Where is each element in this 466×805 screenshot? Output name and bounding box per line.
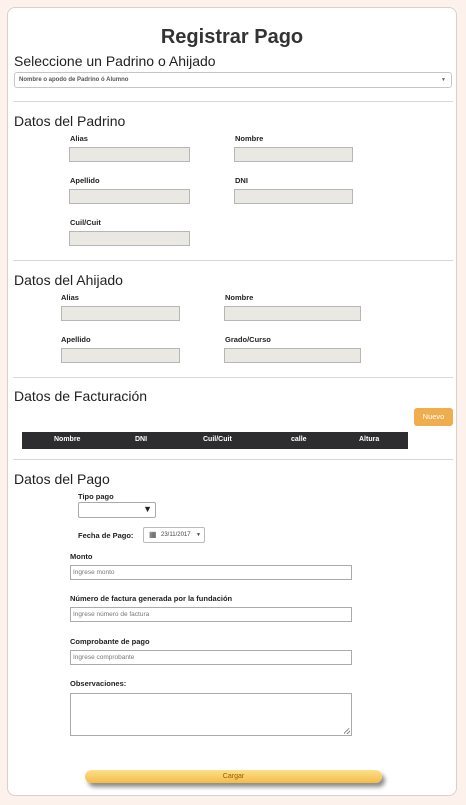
padrino-dni-label: DNI bbox=[235, 176, 248, 185]
pago-heading: Datos del Pago bbox=[14, 471, 110, 487]
ahijado-apellido-label: Apellido bbox=[61, 335, 91, 344]
padrino-nombre-label: Nombre bbox=[235, 134, 264, 143]
column-header[interactable]: Altura bbox=[359, 436, 379, 443]
ahijado-alias-field[interactable] bbox=[61, 306, 180, 321]
ahijado-grado-field[interactable] bbox=[224, 348, 361, 363]
ahijado-nombre-label: Nombre bbox=[225, 293, 254, 302]
divider bbox=[13, 377, 453, 378]
column-header[interactable]: calle bbox=[291, 436, 307, 443]
fecha-pago-label: Fecha de Pago: bbox=[78, 531, 134, 540]
fecha-pago-value: 23/11/2017 bbox=[161, 532, 191, 538]
facturacion-heading: Datos de Facturación bbox=[14, 388, 148, 404]
comprobante-label: Comprobante de pago bbox=[70, 637, 150, 646]
divider bbox=[13, 260, 453, 261]
factura-input[interactable]: Ingrese número de factura bbox=[70, 607, 352, 622]
ahijado-nombre-field[interactable] bbox=[224, 306, 361, 321]
chevron-down-icon: ▼ bbox=[441, 77, 446, 83]
monto-label: Monto bbox=[70, 552, 93, 561]
padrino-nombre-field[interactable] bbox=[234, 147, 353, 162]
selector-heading: Seleccione un Padrino o Ahijado bbox=[14, 53, 216, 69]
select-placeholder: Nombre o apodo de Padrino ó Alumno bbox=[19, 77, 129, 83]
observaciones-label: Observaciones: bbox=[70, 679, 127, 688]
facturacion-table-header: Nombre DNI Cuil/Cuit calle Altura bbox=[22, 432, 408, 449]
padrino-alias-label: Alias bbox=[70, 134, 88, 143]
padrino-dni-field[interactable] bbox=[234, 189, 353, 204]
calendar-icon: ▦ bbox=[149, 530, 157, 539]
cargar-button[interactable]: Cargar bbox=[85, 770, 382, 783]
observaciones-textarea[interactable] bbox=[70, 693, 352, 736]
caret-down-icon: ▼ bbox=[143, 504, 152, 514]
factura-label: Número de factura generada por la fundac… bbox=[70, 594, 233, 603]
tipo-pago-label: Tipo pago bbox=[78, 492, 114, 501]
divider bbox=[13, 459, 453, 460]
nuevo-button[interactable]: Nuevo bbox=[414, 408, 453, 426]
ahijado-heading: Datos del Ahijado bbox=[14, 272, 123, 288]
padrino-cuil-field[interactable] bbox=[69, 231, 190, 246]
form-card: Registrar Pago Seleccione un Padrino o A… bbox=[7, 7, 457, 796]
tipo-pago-select[interactable]: ▼ bbox=[78, 502, 156, 518]
comprobante-input[interactable]: Ingrese comprobante bbox=[70, 650, 352, 665]
padrino-heading: Datos del Padrino bbox=[14, 113, 126, 129]
page-title: Registrar Pago bbox=[160, 26, 304, 48]
padrino-alias-field[interactable] bbox=[69, 147, 190, 162]
chevron-down-icon: ▼ bbox=[196, 532, 201, 538]
ahijado-apellido-field[interactable] bbox=[61, 348, 180, 363]
column-header[interactable]: DNI bbox=[135, 436, 147, 443]
column-header[interactable]: Nombre bbox=[54, 436, 80, 443]
divider bbox=[13, 101, 453, 102]
padrino-ahijado-select[interactable]: Nombre o apodo de Padrino ó Alumno ▼ bbox=[14, 72, 452, 88]
fecha-pago-picker[interactable]: ▦ 23/11/2017 ▼ bbox=[143, 527, 205, 543]
ahijado-grado-label: Grado/Curso bbox=[225, 335, 271, 344]
padrino-cuil-label: Cuil/Cuit bbox=[70, 218, 101, 227]
column-header[interactable]: Cuil/Cuit bbox=[203, 436, 232, 443]
padrino-apellido-field[interactable] bbox=[69, 189, 190, 204]
ahijado-alias-label: Alias bbox=[61, 293, 79, 302]
resize-grip-icon[interactable] bbox=[344, 728, 350, 734]
padrino-apellido-label: Apellido bbox=[70, 176, 100, 185]
monto-input[interactable]: Ingrese monto bbox=[70, 565, 352, 580]
